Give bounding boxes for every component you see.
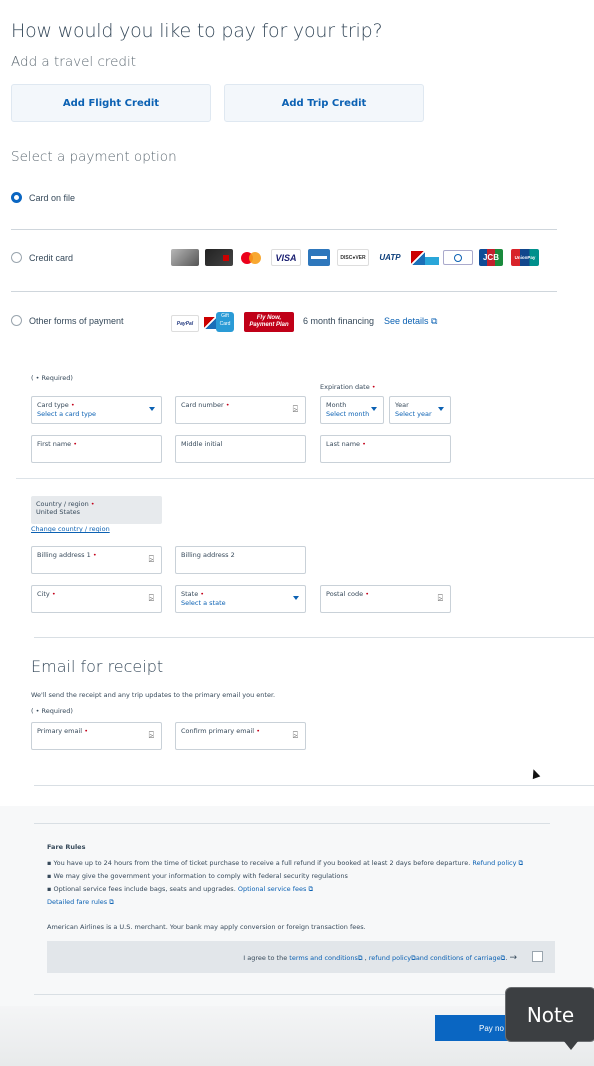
page-title: How would you like to pay for your trip? — [11, 20, 383, 42]
fare-rule-item: ▪ We may give the government your inform… — [47, 872, 348, 880]
credit-card-radio[interactable] — [11, 252, 22, 263]
chevron-down-icon — [149, 407, 155, 411]
refund-policy-link-2[interactable]: refund policy — [369, 954, 411, 962]
mouse-cursor-icon — [529, 767, 541, 780]
divider — [34, 785, 594, 786]
merchant-note: American Airlines is a U.S. merchant. Yo… — [47, 923, 366, 931]
jcb-logo: JCB — [479, 249, 503, 266]
email-required-note: ( • Required) — [31, 707, 73, 715]
key-icon: ⍄ — [437, 593, 443, 603]
refund-policy-link[interactable]: Refund policy — [472, 859, 516, 867]
key-icon: ⍄ — [148, 593, 154, 603]
discover-logo: DISC●VER — [337, 249, 369, 266]
chevron-down-icon — [371, 407, 377, 411]
uatp-logo: UATP — [379, 253, 401, 262]
tooltip-pointer — [563, 1040, 579, 1050]
agreement-box: I agree to the terms and conditions⧉ , r… — [47, 941, 555, 973]
year-select[interactable]: Year Select year — [389, 396, 451, 424]
divider — [11, 291, 557, 292]
country-display: Country / region • United States — [31, 496, 162, 524]
card-on-file-radio[interactable] — [11, 192, 22, 203]
financing-text: 6 month financing — [303, 316, 375, 326]
confirm-email-input[interactable]: Confirm primary email • ⍄ — [175, 722, 306, 750]
fare-rule-item: ▪ You have up to 24 hours from the time … — [47, 859, 524, 867]
agreement-text: I agree to the terms and conditions⧉ , r… — [243, 953, 517, 963]
payment-option-heading: Select a payment option — [11, 149, 177, 165]
chevron-down-icon — [293, 596, 299, 600]
card-number-input[interactable]: Card number • ⍄ — [175, 396, 306, 424]
first-name-input[interactable]: First name • — [31, 435, 162, 463]
diners-logo — [443, 250, 473, 265]
unionpay-logo: UnionPay — [511, 249, 539, 266]
month-select[interactable]: Month Select month — [320, 396, 384, 424]
key-icon: ⍄ — [292, 730, 298, 740]
divider — [16, 478, 594, 479]
detailed-fare-rules-link[interactable]: Detailed fare rules ⧉ — [47, 898, 114, 907]
airline-card-logo — [409, 249, 439, 267]
chevron-down-icon — [438, 407, 444, 411]
agree-checkbox[interactable] — [532, 951, 543, 962]
postal-code-input[interactable]: Postal code • ⍄ — [320, 585, 451, 613]
terms-link[interactable]: terms and conditions — [289, 954, 358, 962]
card-brand-logos: VISA DISC●VER UATP JCB UnionPay — [171, 249, 543, 267]
key-icon: ⍄ — [292, 404, 298, 414]
gift-card-logo: Gift Card — [204, 312, 236, 332]
note-tooltip[interactable]: Note — [505, 987, 594, 1042]
change-country-link[interactable]: Change country / region — [31, 525, 110, 533]
primary-email-input[interactable]: Primary email • ⍄ — [31, 722, 162, 750]
expiration-label: Expiration date • — [320, 383, 376, 391]
required-note: ( • Required) — [31, 374, 73, 382]
state-select[interactable]: State • Select a state — [175, 585, 306, 613]
paypal-logo: PayPal — [171, 315, 199, 332]
divider — [34, 823, 550, 824]
last-name-input[interactable]: Last name • — [320, 435, 451, 463]
middle-initial-input[interactable]: Middle initial — [175, 435, 306, 463]
other-payment-label: Other forms of payment — [29, 316, 124, 326]
card-on-file-label: Card on file — [29, 193, 76, 203]
fare-rules-heading: Fare Rules — [47, 843, 86, 851]
arrow-right-icon: → — [509, 953, 517, 963]
credit-card-label: Credit card — [29, 253, 74, 263]
add-trip-credit-button[interactable]: Add Trip Credit — [224, 84, 424, 122]
email-description: We'll send the receipt and any trip upda… — [31, 691, 276, 699]
city-input[interactable]: City • ⍄ — [31, 585, 162, 613]
amex-logo — [308, 249, 330, 266]
divider — [34, 994, 550, 995]
add-flight-credit-button[interactable]: Add Flight Credit — [11, 84, 211, 122]
see-details-link[interactable]: See details ⧉ — [384, 316, 437, 327]
fare-rule-item: ▪ Optional service fees include bags, se… — [47, 885, 314, 893]
divider — [11, 229, 557, 230]
key-icon: ⍄ — [148, 554, 154, 564]
visa-logo: VISA — [271, 249, 301, 266]
conditions-of-carriage-link[interactable]: and conditions of carriage — [416, 954, 501, 962]
card-on-file-logo — [171, 249, 199, 266]
fly-now-logo: Fly Now, Payment Plan — [244, 312, 294, 332]
travel-credit-heading: Add a travel credit — [11, 54, 137, 70]
card-type-select[interactable]: Card type • Select a card type — [31, 396, 162, 424]
billing-address2-input[interactable]: Billing address 2 — [175, 546, 306, 574]
other-payment-radio[interactable] — [11, 315, 22, 326]
key-icon: ⍄ — [148, 730, 154, 740]
black-card-logo — [205, 249, 233, 266]
optional-fees-link[interactable]: Optional service fees — [238, 885, 307, 893]
billing-address1-input[interactable]: Billing address 1 • ⍄ — [31, 546, 162, 574]
email-heading: Email for receipt — [31, 657, 164, 676]
divider — [34, 637, 594, 638]
mastercard-logo — [240, 252, 262, 264]
external-link-icon: ⧉ — [431, 316, 438, 326]
